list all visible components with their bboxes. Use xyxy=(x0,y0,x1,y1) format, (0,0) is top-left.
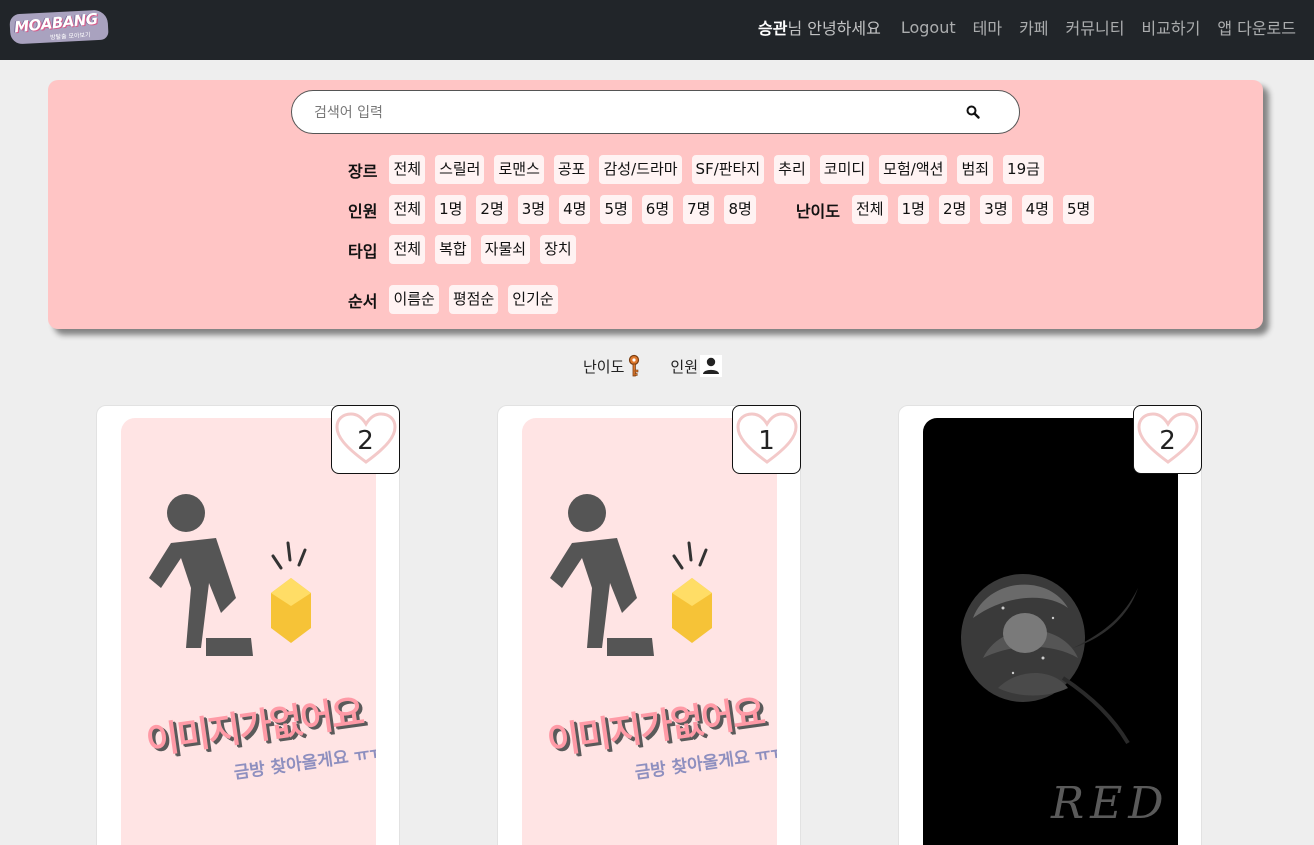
difficulty-option[interactable]: 1명 xyxy=(897,195,929,224)
icon-legend: 난이도 인원 xyxy=(583,354,723,378)
search-icon[interactable] xyxy=(965,104,981,120)
genre-option[interactable]: 19금 xyxy=(1003,155,1044,184)
type-option[interactable]: 전체 xyxy=(389,235,426,264)
difficulty-option[interactable]: 4명 xyxy=(1021,195,1053,224)
legend-difficulty-label: 난이도 xyxy=(583,357,625,376)
genre-option[interactable]: 추리 xyxy=(774,155,810,184)
nav-cafe[interactable]: 카페 xyxy=(1019,15,1048,39)
nav-community[interactable]: 커뮤니티 xyxy=(1066,15,1125,39)
nav-links: 승관님 안녕하세요 Logout 테마 카페 커뮤니티 비교하기 앱 다운로드 xyxy=(758,0,1296,54)
difficulty-option[interactable]: 5명 xyxy=(1062,195,1095,224)
like-button[interactable]: 1 xyxy=(732,405,801,474)
genre-option[interactable]: 코미디 xyxy=(819,155,870,184)
people-option[interactable]: 6명 xyxy=(641,195,674,224)
genre-option[interactable]: 범죄 xyxy=(957,155,994,184)
people-option[interactable]: 2명 xyxy=(476,195,508,224)
genre-option[interactable]: 모험/액션 xyxy=(879,155,948,184)
order-option[interactable]: 평점순 xyxy=(448,285,499,314)
genre-option[interactable]: 스릴러 xyxy=(435,155,485,184)
nav-app-download[interactable]: 앱 다운로드 xyxy=(1217,15,1296,39)
difficulty-option[interactable]: 전체 xyxy=(851,195,888,224)
theme-poster-red[interactable]: RED xyxy=(923,418,1178,845)
black-rose-illustration xyxy=(961,574,1138,745)
theme-card[interactable]: 이미지가없어요 금방 찾아올게요 ㅠㅠ 1 xyxy=(497,405,801,845)
type-label: 타입 xyxy=(348,241,378,261)
people-option[interactable]: 5명 xyxy=(600,195,632,224)
theme-card[interactable]: RED 2 xyxy=(898,405,1202,845)
nav-compare[interactable]: 비교하기 xyxy=(1141,15,1200,39)
running-person-illustration xyxy=(550,494,712,656)
running-person-illustration xyxy=(149,494,311,656)
nav-logout[interactable]: Logout xyxy=(901,18,956,37)
order-option[interactable]: 이름순 xyxy=(389,285,439,314)
like-count: 2 xyxy=(357,426,374,456)
type-option[interactable]: 복합 xyxy=(435,235,471,264)
legend-people-label: 인원 xyxy=(670,357,699,376)
difficulty-label: 난이도 xyxy=(795,201,840,221)
theme-poster-no-image[interactable]: 이미지가없어요 금방 찾아올게요 ㅠㅠ xyxy=(121,418,376,845)
people-option[interactable]: 1명 xyxy=(435,195,467,224)
people-option[interactable]: 전체 xyxy=(389,195,426,224)
user-greeting: 승관님 안녕하세요 xyxy=(758,15,881,39)
theme-card[interactable]: 이미지가없어요 금방 찾아올게요 ㅠㅠ 2 xyxy=(96,405,400,845)
like-count: 2 xyxy=(1159,426,1176,456)
search-bar xyxy=(291,90,1020,134)
people-option[interactable]: 7명 xyxy=(683,195,715,224)
theme-poster-no-image[interactable]: 이미지가없어요 금방 찾아올게요 ㅠㅠ xyxy=(522,418,777,845)
type-filter-row: 타입 전체 복합 자물쇠 장치 xyxy=(348,235,586,264)
difficulty-option[interactable]: 3명 xyxy=(980,195,1012,224)
poster-title-red: RED xyxy=(1051,778,1170,829)
moabang-logo[interactable]: MOABANG 방탈출 모아보기 xyxy=(9,8,110,45)
order-label: 순서 xyxy=(348,291,378,311)
genre-option[interactable]: SF/판타지 xyxy=(691,155,765,184)
type-option[interactable]: 자물쇠 xyxy=(480,235,531,264)
people-label: 인원 xyxy=(348,201,378,221)
genre-option[interactable]: 감성/드라마 xyxy=(599,155,682,184)
navbar: MOABANG 방탈출 모아보기 승관님 안녕하세요 Logout 테마 카페 … xyxy=(0,0,1314,60)
order-option[interactable]: 인기순 xyxy=(508,285,558,314)
search-input[interactable] xyxy=(314,102,934,124)
order-filter-row: 순서 이름순 평점순 인기순 xyxy=(348,285,568,314)
difficulty-filter-group: 난이도 전체 1명 2명 3명 4명 5명 xyxy=(796,195,1105,224)
user-name: 승관 xyxy=(757,19,788,38)
genre-option[interactable]: 전체 xyxy=(389,155,426,184)
like-button[interactable]: 2 xyxy=(331,405,400,474)
people-option[interactable]: 3명 xyxy=(517,195,550,224)
people-option[interactable]: 4명 xyxy=(559,195,591,224)
nav-theme[interactable]: 테마 xyxy=(973,15,1002,39)
people-filter-row: 인원 전체 1명 2명 3명 4명 5명 6명 7명 8명 난이도 전체 1명 … xyxy=(348,195,1104,224)
people-option[interactable]: 8명 xyxy=(724,195,756,224)
person-icon xyxy=(700,355,723,377)
key-icon xyxy=(629,354,640,377)
greeting-suffix: 님 안녕하세요 xyxy=(787,19,881,38)
type-option[interactable]: 장치 xyxy=(540,235,576,264)
like-button[interactable]: 2 xyxy=(1133,405,1202,474)
genre-filter-row: 장르 전체 스릴러 로맨스 공포 감성/드라마 SF/판타지 추리 코미디 모험… xyxy=(348,155,1054,184)
genre-option[interactable]: 로맨스 xyxy=(494,155,544,184)
filter-panel: 장르 전체 스릴러 로맨스 공포 감성/드라마 SF/판타지 추리 코미디 모험… xyxy=(48,80,1263,329)
genre-option[interactable]: 공포 xyxy=(553,155,590,184)
like-count: 1 xyxy=(758,426,775,456)
difficulty-option[interactable]: 2명 xyxy=(938,195,971,224)
genre-label: 장르 xyxy=(348,161,378,181)
